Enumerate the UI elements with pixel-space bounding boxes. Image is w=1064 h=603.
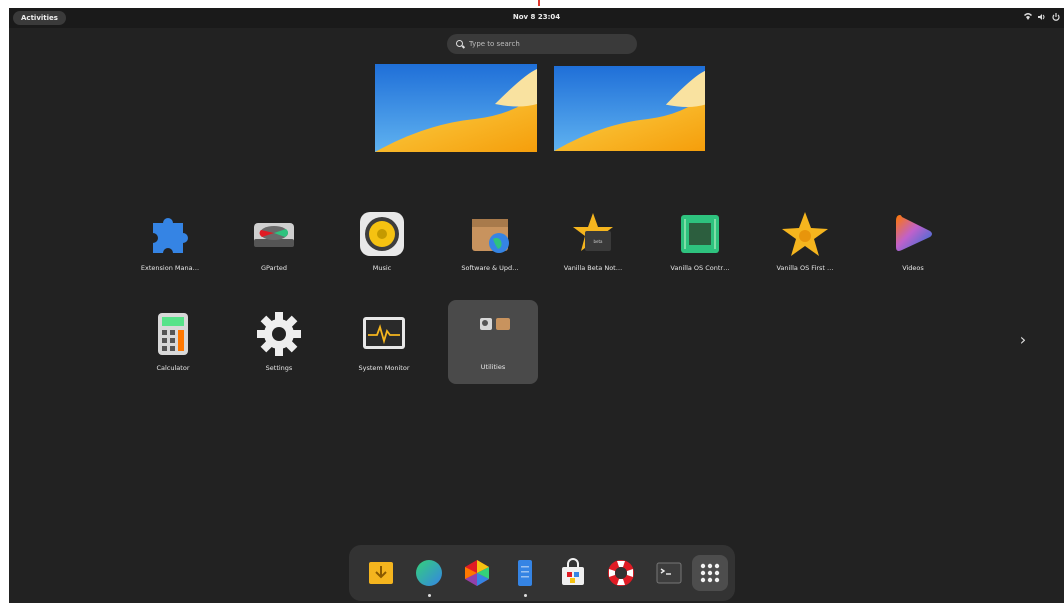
app-gparted[interactable]: GParted [229, 201, 319, 285]
play-icon [888, 209, 938, 259]
next-page-arrow-icon[interactable]: › [1015, 330, 1031, 350]
app-label: Music [372, 264, 392, 272]
downloads-icon [369, 562, 393, 584]
workspace-thumbnail-1[interactable] [375, 64, 537, 152]
red-marker [538, 0, 540, 6]
cropped-caption [0, 0, 1064, 8]
app-label: Extension Mana… [140, 264, 200, 272]
app-label: Settings [265, 364, 293, 372]
dock-downloads[interactable] [363, 555, 399, 591]
workspace-thumbnail-2[interactable] [554, 66, 705, 151]
power-icon [1052, 12, 1060, 22]
dock-show-apps[interactable] [692, 555, 728, 591]
browser-icon [416, 560, 442, 586]
clock[interactable]: Nov 8 23:04 [9, 13, 1064, 21]
app-label: Utilities [480, 363, 506, 371]
app-grid-icon [700, 563, 720, 583]
terminal-icon [656, 562, 682, 584]
dock [349, 545, 735, 601]
app-vanilla-os-first-setup[interactable]: Vanilla OS First … [760, 201, 850, 285]
app-label: Software & Upd… [461, 264, 519, 272]
phone-icon [518, 560, 532, 586]
app-calculator[interactable]: Calculator [128, 301, 218, 385]
gear-icon [254, 309, 304, 359]
dock-store[interactable] [555, 555, 591, 591]
vanilla-flower-icon [780, 209, 830, 259]
app-settings[interactable]: Settings [234, 301, 324, 385]
network-icon [1024, 12, 1032, 22]
dock-phone[interactable] [507, 555, 543, 597]
vanilla-beta-icon: beta [568, 209, 618, 259]
app-extension-manager[interactable]: Extension Mana… [125, 201, 215, 285]
app-label: Calculator [156, 364, 190, 372]
dock-help[interactable] [603, 555, 639, 591]
top-bar: Activities Nov 8 23:04 [9, 8, 1064, 28]
chip-icon [675, 209, 725, 259]
svg-text:beta: beta [593, 239, 603, 244]
puzzle-icon [145, 209, 195, 259]
app-label: Videos [902, 264, 924, 272]
dock-color-app[interactable] [459, 555, 495, 591]
app-music[interactable]: Music [337, 201, 427, 285]
folder-icon [468, 308, 518, 358]
volume-icon [1038, 12, 1046, 22]
running-indicator [427, 594, 431, 597]
app-vanilla-beta-notes[interactable]: beta Vanilla Beta Not… [548, 201, 638, 285]
store-bag-icon [562, 558, 584, 585]
disk-icon [249, 209, 299, 259]
app-label: Vanilla OS Contr… [670, 264, 730, 272]
dock-browser[interactable] [411, 555, 447, 597]
running-indicator [523, 594, 527, 597]
speaker-icon [357, 209, 407, 259]
calculator-icon [148, 309, 198, 359]
app-system-monitor[interactable]: System Monitor [339, 301, 429, 385]
app-vanilla-os-control[interactable]: Vanilla OS Contr… [655, 201, 745, 285]
app-videos[interactable]: Videos [868, 201, 958, 285]
color-hex-icon [465, 560, 489, 586]
app-label: Vanilla OS First … [776, 264, 834, 272]
dock-terminal[interactable] [651, 555, 687, 591]
app-label: Vanilla Beta Not… [563, 264, 623, 272]
app-label: System Monitor [358, 364, 410, 372]
monitor-icon [359, 309, 409, 359]
desktop-screen: Activities Nov 8 23:04 Type to search Ex… [9, 8, 1064, 603]
help-lifebuoy-icon [608, 560, 634, 586]
search-input[interactable] [469, 37, 619, 51]
folder-utilities[interactable]: Utilities [448, 300, 538, 384]
search-icon [456, 40, 463, 47]
system-tray[interactable] [1024, 12, 1060, 22]
app-label: GParted [261, 264, 287, 272]
software-box-icon [465, 209, 515, 259]
app-software-updates[interactable]: Software & Upd… [445, 201, 535, 285]
search-bar[interactable] [447, 34, 637, 54]
